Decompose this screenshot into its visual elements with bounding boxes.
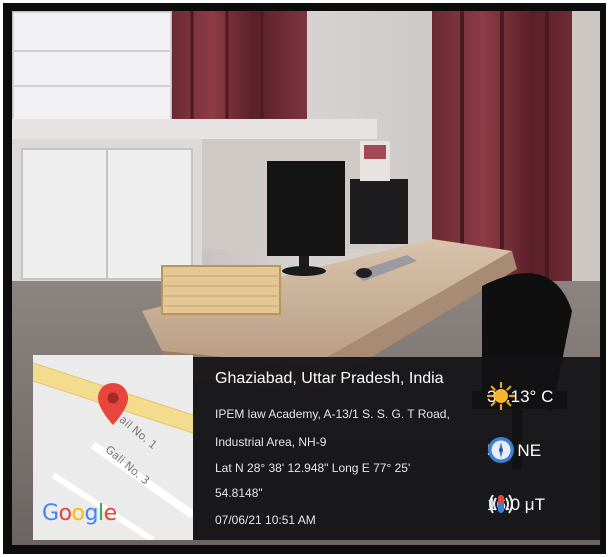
logo-letter: g xyxy=(84,501,99,526)
location-city: Ghaziabad, Uttar Pradesh, India xyxy=(215,370,444,387)
google-logo: Google xyxy=(42,501,117,526)
address-line: IPEM law Academy, A-13/1 S. S. G. T Road… xyxy=(215,407,450,421)
sun-icon xyxy=(487,382,515,410)
logo-letter: e xyxy=(103,501,118,526)
office-photo: ail No. 1 Gali No. 3 Google Ghaziabad, U… xyxy=(12,11,600,545)
compass-icon xyxy=(488,437,514,463)
geotag-info-panel: Ghaziabad, Uttar Pradesh, India IPEM law… xyxy=(193,357,600,540)
magnetometer-icon xyxy=(489,494,513,514)
logo-letter: o xyxy=(58,501,72,526)
temperature-stat: 35.13° C xyxy=(487,382,553,412)
address-line: Industrial Area, NH-9 xyxy=(215,435,327,449)
logo-letter: G xyxy=(42,501,59,526)
timestamp: 07/06/21 10:51 AM xyxy=(215,513,316,527)
coordinates-line: 54.8148" xyxy=(215,486,263,500)
wind-stat: 58° NE xyxy=(487,436,541,466)
magnetic-stat: 16.0 μT xyxy=(487,490,545,520)
logo-letter: o xyxy=(71,501,85,526)
map-thumbnail[interactable]: ail No. 1 Gali No. 3 Google xyxy=(33,355,193,540)
coordinates-line: Lat N 28° 38' 12.948" Long E 77° 25' xyxy=(215,461,411,475)
photo-frame: ail No. 1 Gali No. 3 Google Ghaziabad, U… xyxy=(3,3,606,554)
